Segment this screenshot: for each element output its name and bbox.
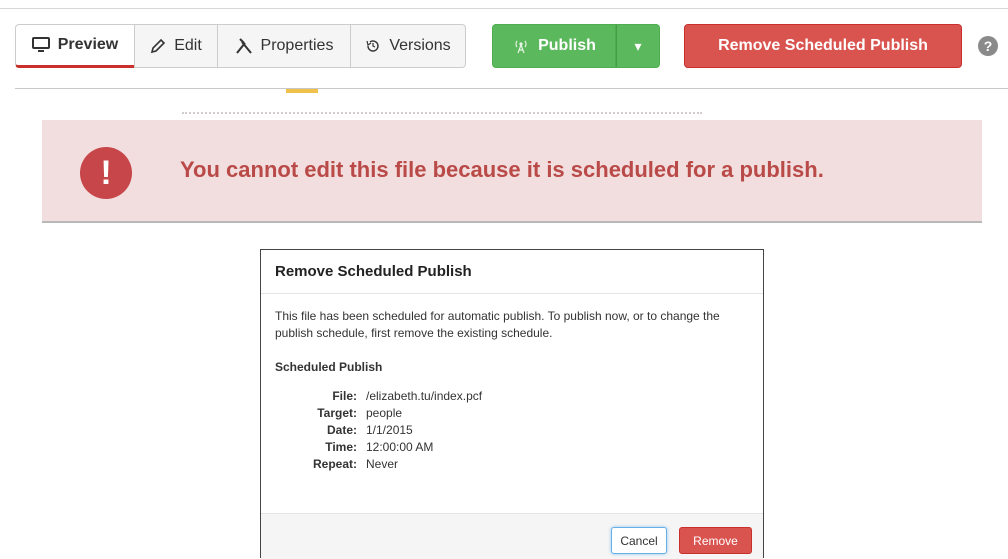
error-alert-banner: ! You cannot edit this file because it i…: [42, 112, 982, 223]
exclamation-circle-icon: !: [80, 147, 132, 199]
repeat-label: Repeat:: [312, 457, 357, 471]
publish-button-group: Publish ▾: [492, 24, 660, 68]
file-value: /elizabeth.tu/index.pcf: [366, 389, 483, 403]
wrench-icon: [235, 38, 253, 54]
target-value: people: [366, 406, 403, 420]
monitor-icon: [31, 37, 50, 53]
alert-message: You cannot edit this file because it is …: [180, 157, 824, 182]
remove-scheduled-publish-dialog: Remove Scheduled Publish This file has b…: [260, 249, 764, 559]
dialog-description: This file has been scheduled for automat…: [275, 309, 720, 340]
preview-label: Preview: [57, 36, 119, 53]
top-divider: [0, 8, 1008, 9]
cancel-label: Cancel: [620, 533, 658, 548]
time-label: Time:: [325, 440, 357, 454]
properties-button[interactable]: Properties: [217, 24, 351, 68]
edit-label: Edit: [174, 37, 202, 54]
view-mode-button-group: Preview Edit Properties Versions: [15, 24, 466, 68]
schedule-details: File: /elizabeth.tu/index.pcf Target: pe…: [275, 388, 749, 472]
time-value: 12:00:00 AM: [366, 440, 434, 454]
date-value: 1/1/2015: [366, 423, 413, 437]
dialog-body: This file has been scheduled for automat…: [261, 294, 763, 472]
repeat-value: Never: [366, 457, 399, 471]
versions-button[interactable]: Versions: [350, 24, 466, 68]
target-label: Target:: [317, 406, 357, 420]
properties-label: Properties: [260, 37, 334, 54]
broadcast-icon: [512, 38, 530, 54]
dialog-title: Remove Scheduled Publish: [261, 250, 763, 294]
remove-label: Remove: [693, 533, 738, 548]
date-label: Date:: [326, 423, 357, 437]
edit-button[interactable]: Edit: [134, 24, 218, 68]
toolbar-divider: [15, 88, 1008, 89]
publish-dropdown-toggle[interactable]: ▾: [616, 24, 660, 68]
file-label: File:: [332, 389, 357, 403]
publish-button[interactable]: Publish: [492, 24, 616, 68]
scheduled-publish-heading: Scheduled Publish: [275, 360, 383, 374]
help-glyph: ?: [983, 38, 993, 54]
versions-label: Versions: [389, 37, 451, 54]
remove-button[interactable]: Remove: [679, 527, 752, 554]
dialog-footer: Cancel Remove: [261, 513, 763, 559]
publish-label: Publish: [538, 37, 596, 54]
remove-scheduled-publish-label: Remove Scheduled Publish: [718, 37, 928, 54]
cancel-button[interactable]: Cancel: [611, 527, 667, 554]
remove-scheduled-publish-button[interactable]: Remove Scheduled Publish: [684, 24, 962, 68]
history-icon: [365, 38, 381, 54]
help-circle-icon[interactable]: ?: [978, 36, 998, 56]
alert-glyph: !: [100, 153, 112, 192]
preview-button[interactable]: Preview: [15, 24, 135, 68]
toolbar-accent-mark: [286, 89, 318, 93]
pencil-icon: [150, 38, 166, 54]
alert-overlap-artifact: [182, 112, 702, 124]
caret-down-icon: ▾: [634, 37, 642, 54]
